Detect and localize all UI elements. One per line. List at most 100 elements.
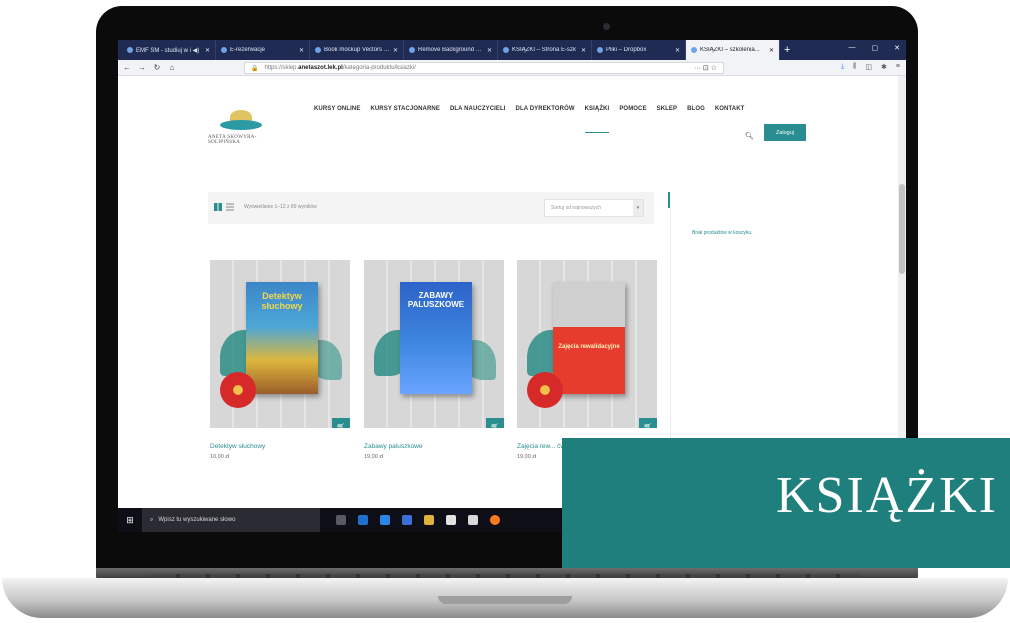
tab-label: EMF ŚM - studiuj w i ◀) [136,47,200,54]
close-icon[interactable]: ✕ [769,47,774,54]
tab-bar: EMF ŚM - studiuj w i ◀) ✕ E-rezerwacje ✕ B… [118,40,906,60]
product-image[interactable]: Zajęcia rewalidacyjne 🛒︎ [517,260,657,428]
cover-title: Zajęcia rewalidacyjne [558,344,620,350]
product-image[interactable]: Detektyw słuchowy 🛒︎ [210,260,350,428]
mail-icon[interactable] [468,515,478,525]
close-icon[interactable]: ✕ [675,47,680,54]
tab-label: Remove Background – F [418,47,484,53]
results-count: Wyświetlanie 1–12 z 89 wyników [244,204,317,210]
favicon-icon [409,47,415,53]
folder-icon[interactable] [424,515,434,525]
login-button[interactable]: Zaloguj [764,124,806,141]
cart-empty-message: Brak produktów w koszyku. [692,230,753,236]
close-icon[interactable]: ✕ [487,47,492,54]
product-card[interactable]: Detektyw słuchowy 🛒︎ Detektyw słuchowy 1… [210,260,350,460]
favicon-icon [315,47,321,53]
close-icon[interactable]: ✕ [393,47,398,54]
app-icon[interactable] [358,515,368,525]
browser-tab[interactable]: Pliki – Dropbox ✕ [592,40,686,60]
laptop-notch [438,596,572,604]
taskbar-search[interactable]: ⌕ Wpisz tu wyszukiwane słowo [142,508,320,532]
back-icon[interactable]: ← [121,63,133,72]
list-view-icon[interactable] [226,203,234,211]
product-image[interactable]: ZABAWY PALUSZKOWE 🛒︎ [364,260,504,428]
menu-item[interactable]: SKLEP [657,106,678,112]
browser-tools: ⤓ ⫼ ◫ ✱ ≡ [841,63,900,71]
forward-icon[interactable]: → [136,63,148,72]
logo-wave-icon [220,120,262,130]
book-cover: Detektyw słuchowy [246,282,318,394]
task-view-icon[interactable] [336,515,346,525]
favicon-icon [503,47,509,53]
category-banner: KSIĄŻKI [562,438,1010,568]
url-text: https://sklep.anetaszot.lek.pl/kategoria… [264,65,416,71]
add-to-cart-button[interactable]: 🛒︎ [486,418,504,428]
maximize-icon[interactable]: ▢ [872,44,879,52]
window-controls: — ▢ ✕ [849,44,901,52]
home-icon[interactable]: ⌂ [166,63,178,72]
product-card[interactable]: Zajęcia rewalidacyjne 🛒︎ Zajęcia rew... … [517,260,657,460]
minimize-icon[interactable]: — [849,44,856,52]
address-bar[interactable]: 🔒 https://sklep.anetaszot.lek.pl/kategor… [244,62,724,74]
close-window-icon[interactable]: ✕ [894,44,900,52]
close-icon[interactable]: ✕ [205,47,210,54]
browser-tab[interactable]: KSIĄŻKI – Strona E-szk ✕ [498,40,592,60]
main-menu: KURSY ONLINE KURSY STACJONARNE DLA NAUCZ… [314,106,745,133]
taskbar-apps [336,515,500,525]
menu-item[interactable]: POMOCE [619,106,646,112]
browser-tab[interactable]: E-rezerwacje ✕ [216,40,310,60]
flower-decoration [527,372,563,408]
scrollbar-thumb[interactable] [899,184,905,274]
windows-start-icon[interactable]: ⊞ [118,515,142,526]
new-tab-button[interactable]: + [784,44,790,56]
menu-item[interactable]: KURSY STACJONARNE [370,106,440,112]
search-icon[interactable]: 🔍︎ [745,132,754,140]
chevron-down-icon: ▾ [633,200,643,216]
edge-icon[interactable] [380,515,390,525]
close-icon[interactable]: ✕ [581,47,586,54]
browser-tab[interactable]: Book mockup Vectors / F ✕ [310,40,404,60]
extension-icon[interactable]: ✱ [881,63,887,71]
menu-item[interactable]: DLA DYREKTORÓW [516,106,575,112]
product-name[interactable]: Detektyw słuchowy [210,442,350,451]
lock-icon: 🔒 [251,65,259,72]
close-icon[interactable]: ✕ [299,47,304,54]
reload-icon[interactable]: ↻ [151,63,163,72]
browser-tab[interactable]: EMF ŚM - studiuj w i ◀) ✕ [122,40,216,60]
sort-select[interactable]: Sortuj od najnowszych ▾ [544,199,644,217]
grid-view-icon[interactable] [214,203,222,211]
sort-value: Sortuj od najnowszych [551,205,602,211]
shop-toolbar: Wyświetlanie 1–12 z 89 wyników Sortuj od… [208,192,654,224]
camera [603,23,610,30]
product-price: 10,00 zł [210,454,230,461]
firefox-icon[interactable] [490,515,500,525]
browser-tab[interactable]: Remove Background – F ✕ [404,40,498,60]
favicon-icon [597,47,603,53]
app-icon[interactable] [402,515,412,525]
favicon-icon [127,47,133,53]
menu-item[interactable]: KONTAKT [715,106,745,112]
product-card[interactable]: ZABAWY PALUSZKOWE 🛒︎ Zabawy paluszkowe 1… [364,260,504,460]
cover-title: ZABAWY PALUSZKOWE [407,291,465,309]
menu-item-current[interactable]: KSIĄŻKI [584,106,610,133]
browser-tab-active[interactable]: KSIĄŻKI – szkolenia... ✕ [686,40,780,60]
logo-text: ANETA SKOWYRA-SOLIPIŃSKA [208,135,257,145]
menu-item[interactable]: DLA NAUCZYCIELI [450,106,506,112]
store-icon[interactable] [446,515,456,525]
sidebar-accent [668,192,670,208]
tab-label: KSIĄŻKI – Strona E-szk [512,47,577,53]
site-logo[interactable]: ANETA SKOWYRA-SOLIPIŃSKA [208,110,278,150]
library-icon[interactable]: ⫼ [853,63,856,71]
add-to-cart-button[interactable]: 🛒︎ [332,418,350,428]
product-name[interactable]: Zabawy paluszkowe [364,442,504,451]
tab-label: Book mockup Vectors / F [324,47,390,53]
favicon-icon [691,47,697,53]
url-actions[interactable]: ··· ⊡ ☆ [694,64,717,72]
download-icon[interactable]: ⤓ [841,63,844,71]
navigation-bar: ← → ↻ ⌂ 🔒 https://sklep.anetaszot.lek.pl… [118,60,906,76]
menu-item[interactable]: KURSY ONLINE [314,106,360,112]
sidebar-icon[interactable]: ◫ [865,63,872,71]
menu-item[interactable]: BLOG [687,106,705,112]
menu-icon[interactable]: ≡ [896,63,900,71]
add-to-cart-button[interactable]: 🛒︎ [639,418,657,428]
